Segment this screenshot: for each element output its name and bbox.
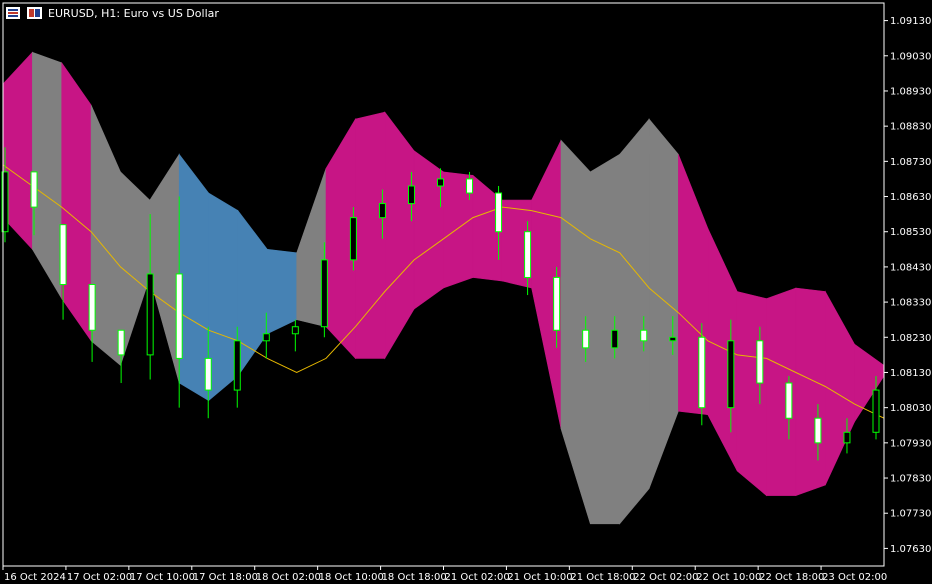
candle-body <box>785 382 793 419</box>
candle-body <box>843 431 851 444</box>
band-segment-7 <box>208 192 239 402</box>
time-label: 22 Oct 18:00 <box>759 572 824 583</box>
candle-body <box>524 231 532 278</box>
candle-body <box>88 284 96 331</box>
candle-body <box>582 329 590 349</box>
time-label: 16 Oct 2024 <box>4 572 66 583</box>
time-label: 21 Oct 18:00 <box>570 572 635 583</box>
price-label: 1.07930 <box>890 438 931 449</box>
price-label: 1.07630 <box>890 544 931 555</box>
candle-body <box>727 340 735 409</box>
band-segment-14 <box>413 150 444 310</box>
candle-body <box>756 340 764 384</box>
candle-body <box>262 333 270 342</box>
price-label: 1.08830 <box>890 122 931 133</box>
candle-body <box>669 336 677 342</box>
price-label: 1.07830 <box>890 474 931 485</box>
time-label: 17 Oct 02:00 <box>67 572 132 583</box>
price-label: 1.08130 <box>890 368 931 379</box>
time-label: 21 Oct 10:00 <box>507 572 572 583</box>
band-segment-2 <box>61 61 92 342</box>
candle-body <box>30 171 38 208</box>
time-label: 17 Oct 10:00 <box>130 572 195 583</box>
candle-body <box>146 273 154 356</box>
candle-body <box>466 178 474 194</box>
candle-body <box>59 224 67 285</box>
candle-body <box>698 336 706 409</box>
band-segment-9 <box>266 248 298 335</box>
chart-grid-icon[interactable] <box>6 7 20 19</box>
candle-body <box>407 185 415 205</box>
candle-body <box>233 340 241 391</box>
band-segment-6 <box>178 153 209 402</box>
band-segment-27 <box>795 287 826 497</box>
time-label: 22 Oct 02:00 <box>633 572 698 583</box>
price-label: 1.08630 <box>890 192 931 203</box>
candle-body <box>320 259 328 328</box>
price-label: 1.09130 <box>890 16 931 27</box>
time-label: 22 Oct 10:00 <box>696 572 761 583</box>
candle-body <box>640 329 648 342</box>
candle-body <box>437 178 444 187</box>
window-tile-icon[interactable] <box>27 7 42 19</box>
time-label: 18 Oct 02:00 <box>256 572 321 583</box>
candle-body <box>175 273 183 359</box>
symbol-title: EURUSD, H1: Euro vs US Dollar <box>48 7 219 20</box>
candle-body <box>204 357 212 391</box>
price-label: 1.07730 <box>890 509 931 520</box>
time-label: 21 Oct 02:00 <box>445 572 510 583</box>
time-label: 18 Oct 10:00 <box>319 572 384 583</box>
candle-body <box>378 203 386 219</box>
price-label: 1.08530 <box>890 227 931 238</box>
band-segment-25 <box>736 291 767 497</box>
candle-body <box>611 329 619 349</box>
band-segment-21 <box>619 118 650 525</box>
time-label: 23 Oct 02:00 <box>822 572 887 583</box>
price-chart[interactable]: EURUSD, H1: Euro vs US Dollar 1.09130 1.0… <box>0 0 932 584</box>
price-label: 1.08330 <box>890 298 931 309</box>
candle-body <box>814 417 822 444</box>
candle-body <box>553 276 561 331</box>
candle-body <box>495 192 503 233</box>
time-label: 17 Oct 18:00 <box>193 572 258 583</box>
price-label: 1.08730 <box>890 157 931 168</box>
candle-body <box>349 217 357 261</box>
price-label: 1.08230 <box>890 333 931 344</box>
time-label: 18 Oct 18:00 <box>382 572 447 583</box>
price-label: 1.08430 <box>890 262 931 273</box>
price-label: 1.08930 <box>890 86 931 97</box>
price-label: 1.09030 <box>890 51 931 62</box>
candle-body <box>291 326 299 335</box>
candle-body <box>872 389 880 433</box>
candle-body <box>117 329 125 356</box>
price-label: 1.08030 <box>890 403 931 414</box>
